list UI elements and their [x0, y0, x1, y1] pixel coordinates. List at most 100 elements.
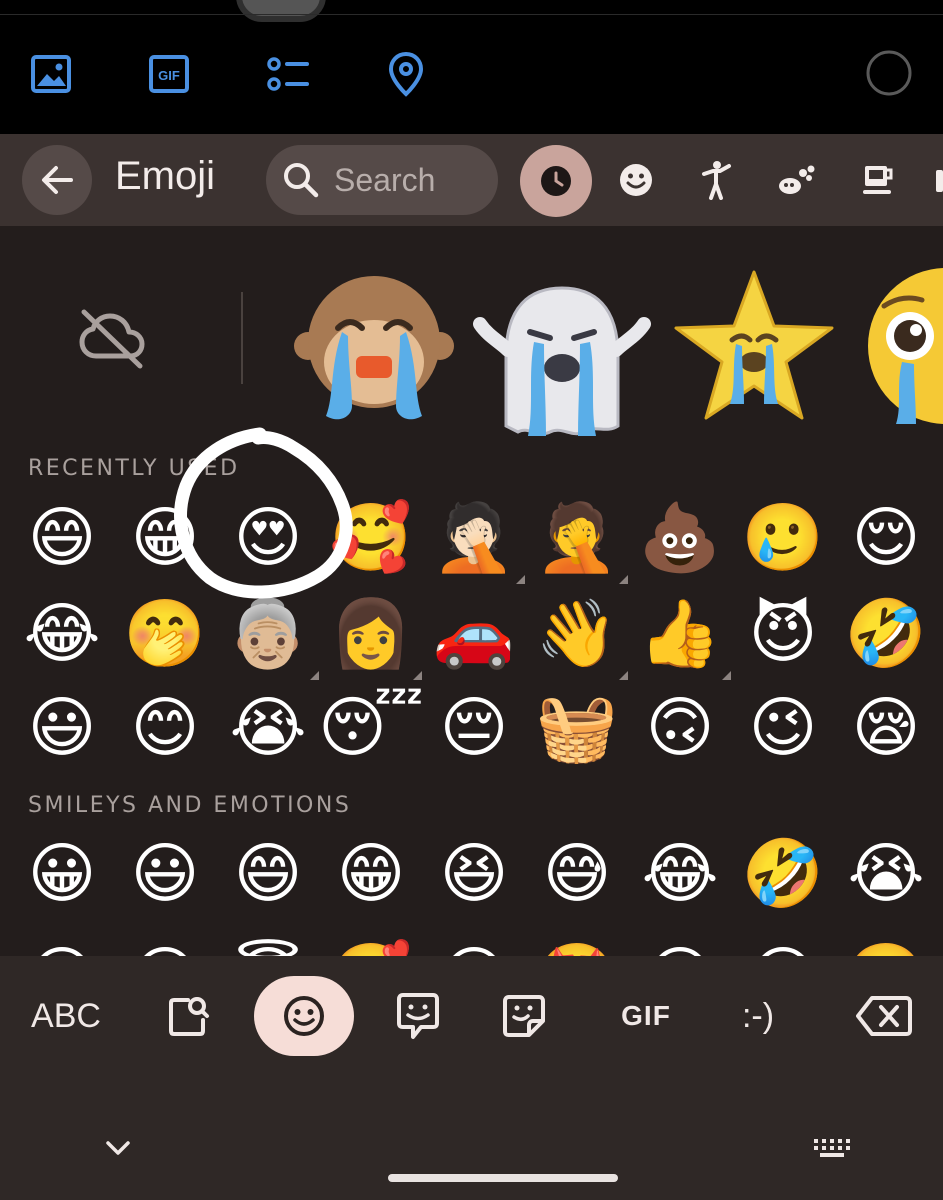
emoji-cell[interactable]: 😭 [220, 680, 316, 776]
divider [0, 14, 943, 15]
emoji-cell[interactable]: 🥰 [323, 930, 419, 957]
circle-icon[interactable] [864, 48, 912, 96]
emoji-cell[interactable]: 😈 [735, 586, 831, 682]
keyboard-mode-bar: ABC GIF :-) [0, 956, 943, 1200]
emoji-cell[interactable]: 😄 [14, 490, 110, 586]
emoji-cell[interactable]: 😉 [14, 930, 110, 957]
emoji-cell[interactable]: 🥰 [323, 490, 419, 586]
back-button[interactable] [22, 145, 92, 215]
food-drink-icon [860, 162, 896, 198]
emoji-cell[interactable]: 😊 [117, 680, 213, 776]
recent-clock-icon [538, 163, 574, 199]
emoji-cell[interactable]: 👋 [529, 586, 625, 682]
tab-food[interactable] [848, 150, 908, 210]
emoji-cell[interactable]: 👍 [632, 586, 728, 682]
emoji-cell[interactable]: 🤦 [529, 490, 625, 586]
emoji-cell[interactable]: 😁 [117, 490, 213, 586]
emoji-cell[interactable]: 🙃 [632, 680, 728, 776]
skin-tone-variant-indicator [619, 671, 628, 680]
backspace-icon [854, 994, 914, 1038]
emoji-cell[interactable]: 😂 [14, 586, 110, 682]
page-title: Emoji [115, 154, 216, 198]
emoji-cell[interactable]: 😃 [117, 826, 213, 922]
emoji-cell[interactable]: 😅 [529, 826, 625, 922]
emoji-cell[interactable]: 😊 [117, 930, 213, 957]
animals-nature-icon [776, 162, 816, 198]
emoticon-button[interactable]: :-) [720, 976, 796, 1056]
emoji-cell[interactable]: 🤩 [529, 930, 625, 957]
emoji-cell[interactable]: 🤭 [117, 586, 213, 682]
abc-button[interactable]: ABC [20, 976, 112, 1056]
sticker-crying-star[interactable] [670, 266, 838, 434]
emoji-cell[interactable]: 😂 [632, 826, 728, 922]
tab-animals[interactable] [766, 150, 826, 210]
emoji-cell[interactable]: 👩 [323, 586, 419, 682]
gif-button[interactable]: GIF [604, 976, 688, 1056]
bitmoji-button[interactable] [380, 976, 456, 1056]
emoji-search-icon [166, 994, 210, 1038]
emoji-cell[interactable]: 👵🏼 [220, 586, 316, 682]
emoji-cell[interactable]: 😀 [14, 826, 110, 922]
emoji-header: Emoji [0, 134, 943, 226]
emoji-button[interactable] [254, 976, 354, 1056]
emoji-cell[interactable]: 😭 [838, 826, 934, 922]
emoji-cell[interactable]: 💩 [632, 490, 728, 586]
emoji-cell[interactable]: 😴 [318, 680, 424, 776]
attachment-toolbar: GIF [0, 0, 943, 134]
image-icon[interactable] [28, 50, 76, 98]
emoji-cell[interactable]: ☺️ [838, 930, 934, 957]
search-icon [280, 159, 322, 201]
emoji-cell[interactable]: 🤣 [735, 826, 831, 922]
section-label-smileys-and-emotions: SMILEYS AND EMOTIONS [28, 793, 352, 818]
keyboard-switch-icon[interactable] [812, 1138, 852, 1160]
gif-icon[interactable]: GIF [146, 50, 194, 98]
search-input[interactable] [334, 161, 484, 199]
emoji-panel: RECENTLY USED 😄 😁 😍 🥰 🤦🏻 🤦 💩 🥲 😌 😂 🤭 👵🏼 … [0, 226, 943, 956]
sticker-button[interactable] [486, 976, 562, 1056]
emoji-cell[interactable]: 🚗 [426, 586, 522, 682]
emoji-cell[interactable]: 😃 [14, 680, 110, 776]
skin-tone-variant-indicator [310, 671, 319, 680]
emoji-cell[interactable]: 😘 [632, 930, 728, 957]
search-box[interactable] [266, 145, 498, 215]
backspace-button[interactable] [846, 976, 922, 1056]
tab-recent[interactable] [520, 145, 592, 217]
emoji-cell[interactable]: 😄 [220, 826, 316, 922]
sticker-crying-ghost[interactable] [472, 266, 651, 436]
emoji-cell[interactable]: 😁 [323, 826, 419, 922]
section-label-recently-used: RECENTLY USED [28, 456, 240, 481]
emoji-cell[interactable]: 🤦🏻 [426, 490, 522, 586]
smiley-icon [281, 993, 327, 1039]
abc-label: ABC [31, 996, 101, 1035]
navigation-handle[interactable] [388, 1174, 618, 1182]
emoji-cell[interactable]: 🥲 [735, 490, 831, 586]
emoji-kitchen-button[interactable] [150, 976, 226, 1056]
divider [241, 292, 243, 384]
sticker-icon [501, 993, 547, 1039]
sticker-crying-face[interactable] [862, 266, 943, 434]
svg-text:GIF: GIF [158, 68, 180, 83]
camera-notch [236, 0, 326, 22]
emoji-cell[interactable]: 😍 [220, 490, 316, 586]
skin-tone-variant-indicator [516, 575, 525, 584]
cloud-off-icon[interactable] [78, 306, 148, 370]
checklist-icon[interactable] [264, 50, 312, 98]
chevron-down-icon[interactable] [104, 1138, 132, 1158]
location-pin-icon[interactable] [382, 50, 430, 98]
tab-smileys[interactable] [606, 150, 666, 210]
emoji-cell[interactable]: 🧺 [529, 680, 625, 776]
emoji-cell[interactable]: 😌 [838, 490, 934, 586]
skin-tone-variant-indicator [722, 671, 731, 680]
emoji-cell[interactable]: 😉 [735, 680, 831, 776]
tab-people[interactable] [686, 150, 746, 210]
emoji-cell[interactable]: 😪 [838, 680, 934, 776]
emoji-cell[interactable]: 😆 [426, 826, 522, 922]
emoji-cell[interactable]: 😍 [426, 930, 522, 957]
tab-overflow-edge [936, 170, 943, 192]
emoji-cell[interactable]: 😗 [735, 930, 831, 957]
skin-tone-variant-indicator [619, 575, 628, 584]
emoji-cell[interactable]: 🤣 [838, 586, 934, 682]
sticker-crying-monkey[interactable] [290, 266, 458, 434]
emoji-cell[interactable]: 😇 [220, 930, 316, 957]
emoji-cell[interactable]: 😔 [426, 680, 522, 776]
